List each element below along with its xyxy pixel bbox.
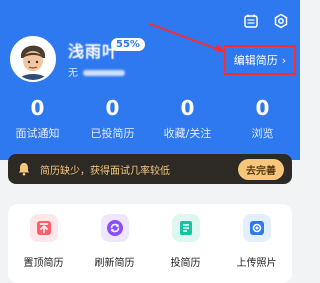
tool-upload-photo[interactable]: 上传照片: [225, 214, 289, 269]
stat-value: 0: [105, 96, 120, 120]
bell-icon: [16, 161, 32, 177]
resume-notice-bar: 简历缺少，获得面试几率较低 去完善: [8, 154, 292, 184]
stat-label: 收藏/关注: [163, 127, 212, 140]
tool-pin-resume[interactable]: 置顶简历: [12, 214, 76, 269]
completion-badge: 55%: [111, 38, 145, 51]
notice-text: 简历缺少，获得面试几率较低: [40, 165, 170, 177]
stat-value: 0: [180, 96, 195, 120]
stats-row: 0 面试通知 0 已投简历 0 收藏/关注 0 浏览: [0, 97, 300, 141]
tool-send-resume[interactable]: 投简历: [154, 214, 218, 269]
photo-upload-icon: [242, 214, 271, 242]
stat-favorites[interactable]: 0 收藏/关注: [150, 97, 225, 141]
stat-interview-notice[interactable]: 0 面试通知: [0, 97, 75, 141]
tool-label: 刷新简历: [94, 258, 135, 269]
stat-value: 0: [255, 96, 270, 120]
stat-sent-resumes[interactable]: 0 已投简历: [75, 97, 150, 141]
stat-views[interactable]: 0 浏览: [225, 97, 300, 141]
edit-resume-button[interactable]: 编辑简历 ›: [224, 45, 296, 75]
user-subline-text: 无: [68, 68, 79, 79]
quick-tools-card: 置顶简历 刷新简历 投简历 上传照片: [8, 204, 292, 283]
profile-screen: 浅雨叶 55% 无 编辑简历 › 0 面试通知 0 已投简历 0 收藏/关注 0…: [0, 0, 300, 283]
refresh-icon: [100, 214, 129, 242]
avatar[interactable]: [10, 36, 56, 82]
stat-value: 0: [30, 96, 45, 120]
tool-refresh-resume[interactable]: 刷新简历: [83, 214, 147, 269]
resume-send-icon: [171, 214, 200, 242]
tool-label: 置顶简历: [23, 258, 64, 269]
calendar-icon[interactable]: [242, 12, 260, 30]
user-subline: 无: [68, 64, 126, 79]
redacted-bar: [83, 70, 126, 76]
tool-label: 投简历: [170, 258, 201, 269]
profile-header: 浅雨叶 55% 无 编辑简历 › 0 面试通知 0 已投简历 0 收藏/关注 0…: [0, 0, 300, 160]
settings-icon[interactable]: [272, 12, 290, 30]
top-actions: [242, 12, 290, 30]
complete-profile-button[interactable]: 去完善: [238, 158, 284, 180]
tool-label: 上传照片: [236, 258, 277, 269]
stat-label: 面试通知: [15, 127, 60, 140]
stat-label: 浏览: [251, 127, 274, 140]
stat-label: 已投简历: [90, 127, 135, 140]
chevron-right-icon: ›: [281, 53, 287, 67]
edit-resume-label: 编辑简历: [233, 54, 278, 67]
pin-top-icon: [29, 214, 58, 242]
